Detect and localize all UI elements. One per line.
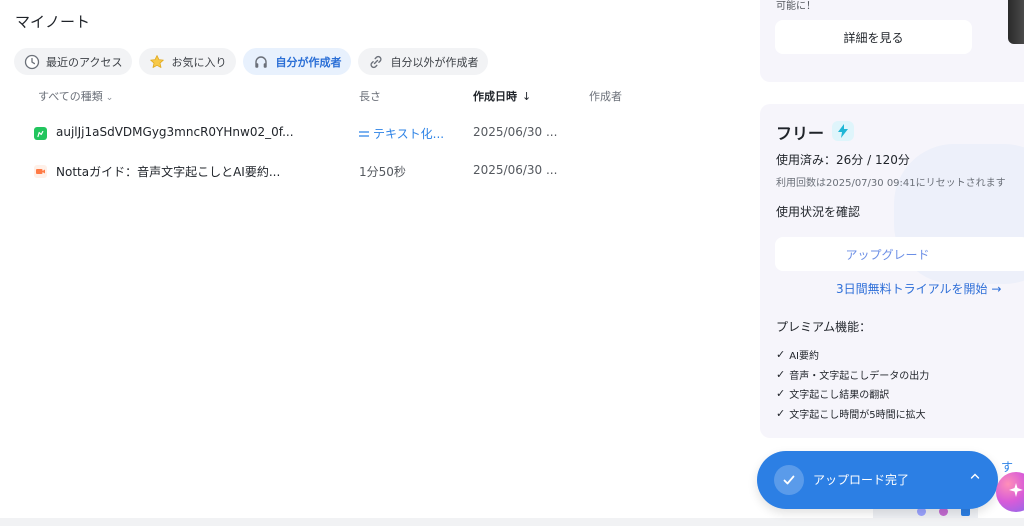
lightning-icon [832,121,854,141]
filter-label: 最近のアクセス [46,55,123,69]
type-filter-dropdown[interactable]: すべての種類 ⌄ [38,88,113,104]
note-title: Nottaガイド：音声文字起こしとAI要約... [56,165,281,179]
column-length[interactable]: 長さ [359,88,381,104]
created-date: 2025/06/30 ... [473,125,558,139]
column-creator[interactable]: 作成者 [589,88,622,104]
list-item: ✓ 文字起こし結果の翻訳 [776,384,929,404]
transcribe-label: テキスト化... [373,127,445,141]
sparkle-icon [1008,482,1024,502]
note-title: aujlJj1aSdVDMGyg3mncR0YHnw02_0f... [56,125,294,139]
filter-created-by-me[interactable]: 自分が作成者 [243,48,352,75]
promo-image [1008,0,1024,44]
filter-recent-access[interactable]: 最近のアクセス [14,48,133,75]
check-icon: ✓ [776,406,786,420]
feature-label: 文字起こし結果の翻訳 [789,390,890,402]
transcribe-link[interactable]: テキスト化... [359,125,444,142]
column-date[interactable]: 作成日時 ↓ [473,88,531,104]
clock-icon [24,54,40,70]
check-icon: ✓ [776,387,786,401]
list-item: ✓ 音声・文字起こしデータの出力 [776,365,929,385]
filter-created-by-others[interactable]: 自分以外が作成者 [358,48,489,75]
promo-text: 可能に！ [776,1,816,12]
right-panel: 可能に！ 詳細を見る フリー 使用済み：26分 / 120分 利用回数は2025… [760,0,1024,526]
feature-label: AI要約 [789,351,820,363]
list-item: ✓ AI要約 [776,345,929,365]
feature-label: 音声・文字起こしデータの出力 [789,370,930,382]
promo-card: 可能に！ 詳細を見る [760,0,1024,82]
usage-text: 使用済み：26分 / 120分 [776,153,910,167]
filter-label: 自分以外が作成者 [390,55,479,69]
toast-message: アップロード完了 [813,473,910,487]
check-circle-icon [774,465,804,495]
filter-favorites[interactable]: お気に入り [139,48,237,75]
check-icon: ✓ [776,367,786,381]
filter-label: 自分が作成者 [275,55,342,69]
sort-down-arrow-icon: ↓ [522,90,532,103]
star-icon [149,54,165,70]
video-file-icon [34,165,47,178]
table-row[interactable]: aujlJj1aSdVDMGyg3mncR0YHnw02_0f... テキスト化… [0,118,760,148]
filter-chips: 最近のアクセス お気に入り 自分が作成者 自分以外が作成者 [14,48,489,75]
created-date: 2025/06/30 ... [473,163,558,177]
audio-file-icon [34,127,47,140]
filter-label: お気に入り [171,55,227,69]
plan-name: フリー [776,124,825,143]
duration: 1分50秒 [359,165,406,179]
column-date-label: 作成日時 [473,90,517,103]
type-filter-label: すべての種類 [38,90,103,103]
table-row[interactable]: Nottaガイド：音声文字起こしとAI要約... 1分50秒 2025/06/3… [0,156,760,186]
chevron-down-icon: ⌄ [105,93,114,103]
free-trial-link[interactable]: 3日間無料トライアルを開始 → [836,280,1001,297]
premium-features-list: ✓ AI要約 ✓ 音声・文字起こしデータの出力 ✓ 文字起こし結果の翻訳 ✓ 文字起こし… [776,345,929,423]
bottom-strip [0,518,1024,526]
upload-complete-toast[interactable]: アップロード完了 [757,451,998,509]
feature-label: 文字起こし時間が5時間に拡大 [789,409,926,421]
plan-card: フリー 使用済み：26分 / 120分 利用回数は2025/07/30 09:4… [760,104,1024,438]
check-usage-link[interactable]: 使用状況を確認 [776,203,860,220]
reset-text: 利用回数は2025/07/30 09:41にリセットされます [776,178,1006,189]
table-header: すべての種類 ⌄ 長さ 作成日時 ↓ 作成者 [0,88,760,106]
lines-icon [359,127,369,141]
details-button[interactable]: 詳細を見る [775,20,972,54]
link-icon [368,54,384,70]
check-icon: ✓ [776,348,786,362]
page-title: マイノート [15,13,91,31]
upgrade-button[interactable]: アップグレード [775,237,1024,271]
chevron-up-icon[interactable] [970,470,980,483]
premium-features-title: プレミアム機能： [776,320,872,334]
headphones-icon [253,54,269,70]
main-content: マイノート 最近のアクセス お気に入り 自分が作成者 自分以外が作成者 すべての… [0,0,760,526]
list-item: ✓ 文字起こし時間が5時間に拡大 [776,404,929,424]
